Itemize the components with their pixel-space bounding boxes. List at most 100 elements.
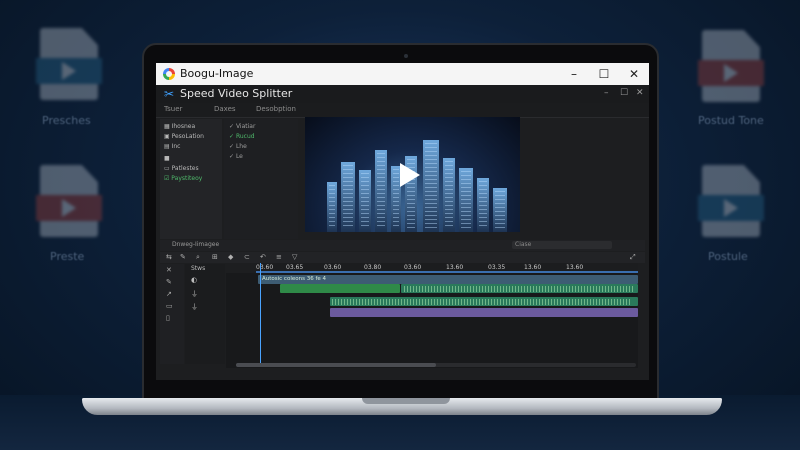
- building: [375, 150, 387, 232]
- background-file-icon: [36, 165, 102, 237]
- ruler-tick: 03.60: [324, 264, 342, 271]
- sidebar-item[interactable]: ▦ Ihosnea: [164, 123, 195, 130]
- marker-icon[interactable]: ◆: [228, 253, 233, 261]
- ruler-tick: 13.60: [566, 264, 584, 271]
- audio-icon[interactable]: ⏚: [191, 289, 198, 299]
- grid-icon: ▦: [164, 123, 172, 130]
- menu-item-tsuer[interactable]: Tsuer: [164, 105, 182, 113]
- image-icon: ▣: [164, 133, 172, 140]
- app-minimize-button[interactable]: –: [604, 88, 609, 98]
- zoom-icon[interactable]: ⌕: [196, 253, 200, 262]
- sidebar-item[interactable]: ▣ PesoLation: [164, 133, 204, 140]
- clip-title: Autosic coleons 36 fe 4: [262, 276, 327, 282]
- ruler-tick: 03.35: [488, 264, 506, 271]
- properties-panel: ✓ Viatiar ✓ Rucud ✓ Lhe ✓ Le: [224, 119, 298, 239]
- track-label: Stws: [191, 265, 206, 272]
- audio-waveform: [332, 299, 632, 305]
- play-icon[interactable]: [400, 163, 420, 187]
- close-button[interactable]: ✕: [626, 66, 642, 82]
- property-item[interactable]: ✓ Rucud: [229, 133, 255, 140]
- property-item[interactable]: ✓ Viatiar: [229, 123, 255, 130]
- maximize-button[interactable]: ☐: [596, 66, 612, 82]
- expand-icon[interactable]: ⤢: [630, 253, 636, 262]
- link-icon[interactable]: ⊂: [244, 253, 250, 261]
- building: [477, 178, 489, 232]
- timeline-label: Dnweg-Iimagee: [172, 241, 220, 248]
- sidebar-item[interactable]: ■: [164, 155, 170, 162]
- video-clip[interactable]: [280, 284, 400, 293]
- timeline-header: Dnweg-Iimagee Ciase: [160, 240, 645, 251]
- ruler-tick: 03.60: [256, 264, 274, 271]
- webcam: [404, 54, 408, 58]
- menu-bar: Tsuer Daxes Desobption: [156, 103, 649, 118]
- scissors-icon: ✂: [164, 87, 175, 101]
- building: [443, 158, 455, 232]
- timeline-tools: ✕ ✎ ↗ ▭ ▯: [160, 264, 184, 364]
- razor-icon[interactable]: ✎: [180, 253, 186, 261]
- check-icon: ✓: [229, 133, 236, 140]
- app-header: ✂ Speed Video Splitter – ☐ ✕: [156, 85, 649, 103]
- building: [493, 188, 507, 232]
- filter-icon[interactable]: ▽: [292, 253, 297, 261]
- minimize-button[interactable]: –: [566, 66, 582, 82]
- property-item[interactable]: ✓ Lhe: [229, 143, 247, 150]
- ruler-tick: 13.60: [446, 264, 464, 271]
- menu-item-daxes[interactable]: Daxes: [214, 105, 236, 113]
- timeline-scrollbar[interactable]: [236, 363, 636, 367]
- building: [341, 162, 355, 232]
- hand-icon[interactable]: ▯: [166, 314, 170, 322]
- audio-clip[interactable]: [330, 308, 638, 317]
- laptop-notch: [362, 398, 450, 404]
- app-close-button[interactable]: ✕: [636, 88, 644, 98]
- timeline-search-label: Ciase: [515, 241, 532, 248]
- check-icon: ✓: [229, 143, 236, 150]
- audio-icon[interactable]: ⏚: [191, 302, 198, 312]
- video-preview[interactable]: [305, 117, 520, 232]
- check-icon: ✓: [229, 153, 236, 160]
- scrollbar-thumb[interactable]: [236, 363, 436, 367]
- sidebar-item[interactable]: ▭ Patlestes: [164, 165, 199, 172]
- track-headers: Stws ◐ ⏚ ⏚: [185, 264, 225, 364]
- building: [327, 182, 337, 232]
- time-ruler[interactable]: 03.60 03.65 03.60 03.80 03.60 13.60 03.3…: [256, 263, 638, 273]
- laptop-screen: Boogu-Image – ☐ ✕ ✂ Speed Video Splitter…: [156, 63, 649, 380]
- playhead[interactable]: [260, 263, 261, 363]
- grid-icon[interactable]: ⊞: [212, 253, 218, 261]
- trim-icon[interactable]: ▭: [166, 302, 173, 310]
- undo-icon[interactable]: ↶: [260, 253, 266, 261]
- app-maximize-button[interactable]: ☐: [620, 88, 628, 98]
- sidebar-item[interactable]: ☑ Paystiteoy: [164, 175, 202, 182]
- sidebar-item[interactable]: ▤ Inc: [164, 143, 180, 150]
- folder-icon: ▭: [164, 165, 172, 172]
- pen-icon[interactable]: ✎: [166, 278, 172, 286]
- background-video-icon: [698, 30, 764, 102]
- ruler-tick: 13.60: [524, 264, 542, 271]
- menu-item-desobption[interactable]: Desobption: [256, 105, 296, 113]
- ruler-tick: 03.65: [286, 264, 304, 271]
- building: [359, 170, 371, 232]
- cut-icon[interactable]: ✕: [166, 266, 172, 274]
- timeline-search[interactable]: Ciase: [512, 241, 612, 249]
- window-titlebar: Boogu-Image – ☐ ✕: [156, 63, 649, 85]
- film-icon: ▤: [164, 143, 172, 150]
- background-label: Preste: [50, 250, 85, 263]
- background-label: Presches: [42, 114, 91, 127]
- ruler-tick: 03.60: [404, 264, 422, 271]
- record-icon[interactable]: ◐: [191, 276, 197, 284]
- background-label: Postud Tone: [698, 114, 764, 127]
- background-film-icon: [698, 165, 764, 237]
- slip-icon[interactable]: ↗: [166, 290, 172, 298]
- building: [459, 168, 473, 232]
- background-label: Postule: [708, 250, 748, 263]
- property-item[interactable]: ✓ Le: [229, 153, 243, 160]
- background-file-icon: [36, 28, 102, 100]
- media-sidebar: ▦ Ihosnea ▣ PesoLation ▤ Inc ■ ▭ Patlest…: [160, 119, 222, 239]
- timeline-tracks: Autosic coleons 36 fe 4: [226, 273, 638, 368]
- check-icon: ✓: [229, 123, 236, 130]
- select-tool-icon[interactable]: ⇆: [166, 253, 172, 261]
- window-title: Boogu-Image: [180, 67, 254, 80]
- list-icon[interactable]: ≡: [276, 253, 282, 261]
- folder-icon: ■: [164, 155, 170, 162]
- app-name: Speed Video Splitter: [180, 87, 293, 100]
- timeline-toolbar: ⇆ ✎ ⌕ ⊞ ◆ ⊂ ↶ ≡ ▽ ⤢: [160, 252, 645, 263]
